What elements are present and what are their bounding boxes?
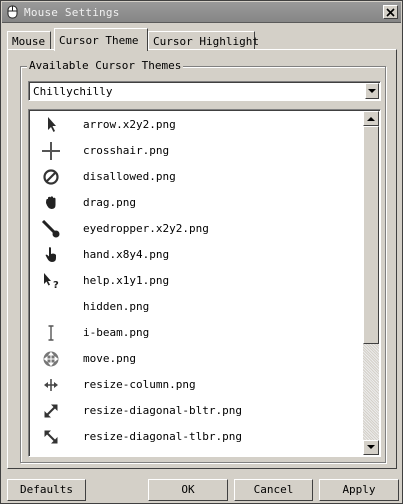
list-item-label: eyedropper.x2y2.png [83, 222, 209, 235]
list-item-label: disallowed.png [83, 170, 176, 183]
list-item[interactable]: eyedropper.x2y2.png [31, 216, 365, 242]
list-item[interactable]: crosshair.png [31, 138, 365, 164]
list-item[interactable]: resize-diagonal-bltr.png [31, 398, 365, 424]
tab-mouse[interactable]: Mouse [7, 31, 51, 50]
drag-hand-icon [41, 194, 61, 212]
available-themes-group: Available Cursor Themes Chillychilly arr… [20, 59, 386, 463]
resize-column-icon [41, 376, 61, 394]
mouse-settings-window: Mouse Settings Mouse Cursor Theme Cursor… [0, 0, 403, 504]
pointing-hand-icon [41, 246, 61, 264]
crosshair-icon [41, 142, 61, 160]
list-item-label: i-beam.png [83, 326, 150, 339]
theme-select-value: Chillychilly [33, 85, 113, 98]
list-item-label: drag.png [83, 196, 136, 209]
cursor-theme-panel: Available Cursor Themes Chillychilly arr… [7, 49, 397, 469]
svg-text:?: ? [53, 280, 59, 290]
list-item[interactable]: resize-diagonal-tlbr.png [31, 424, 365, 450]
tab-cursor-highlight[interactable]: Cursor Highlight [148, 31, 259, 50]
apply-button[interactable]: Apply [319, 479, 399, 501]
chevron-up-icon [367, 117, 375, 121]
move-icon [41, 350, 61, 368]
close-icon [386, 8, 395, 17]
mouse-icon [7, 5, 18, 19]
scroll-up-button[interactable] [363, 111, 379, 126]
list-item[interactable]: drag.png [31, 190, 365, 216]
theme-select[interactable]: Chillychilly [28, 81, 381, 101]
list-item[interactable]: hand.x8y4.png [31, 242, 365, 268]
cursor-list-items: arrow.x2y2.png crosshair.png disallowed.… [31, 112, 365, 450]
list-item-label: hand.x8y4.png [83, 248, 170, 261]
list-item-label: resize-diagonal-tlbr.png [83, 430, 242, 443]
cursor-list[interactable]: arrow.x2y2.png crosshair.png disallowed.… [28, 109, 381, 457]
list-item-label: help.x1y1.png [83, 274, 170, 287]
list-item-label: arrow.x2y2.png [83, 118, 176, 131]
ok-button[interactable]: OK [148, 479, 228, 501]
list-item-label: resize-column.png [83, 378, 196, 391]
vertical-scrollbar[interactable] [363, 111, 379, 455]
list-item-label: crosshair.png [83, 144, 170, 157]
disallowed-icon [41, 168, 61, 186]
list-item[interactable]: disallowed.png [31, 164, 365, 190]
help-cursor-icon: ? [41, 272, 61, 291]
chevron-down-icon [368, 89, 376, 93]
group-title: Available Cursor Themes [27, 59, 184, 72]
eyedropper-icon [41, 219, 61, 238]
list-item-label: hidden.png [83, 300, 150, 313]
list-item[interactable]: ? help.x1y1.png [31, 268, 365, 294]
list-item[interactable]: arrow.x2y2.png [31, 112, 365, 138]
title-bar[interactable]: Mouse Settings [2, 2, 401, 23]
cancel-button[interactable]: Cancel [234, 479, 313, 501]
chevron-down-icon [367, 445, 375, 449]
list-item-label: move.png [83, 352, 136, 365]
i-beam-icon [41, 324, 61, 342]
arrow-cursor-icon [41, 116, 61, 134]
defaults-button[interactable]: Defaults [7, 479, 86, 501]
scroll-down-button[interactable] [363, 440, 379, 455]
theme-select-dropdown-button[interactable] [365, 83, 379, 99]
resize-diagonal-bltr-icon [41, 402, 61, 420]
scrollbar-thumb[interactable] [363, 126, 379, 344]
resize-diagonal-tlbr-icon [41, 428, 61, 446]
list-item[interactable]: move.png [31, 346, 365, 372]
list-item[interactable]: resize-column.png [31, 372, 365, 398]
tab-cursor-theme[interactable]: Cursor Theme [54, 28, 148, 51]
list-item[interactable]: hidden.png [31, 294, 365, 320]
list-item[interactable]: i-beam.png [31, 320, 365, 346]
window-title: Mouse Settings [24, 6, 120, 19]
list-item-label: resize-diagonal-bltr.png [83, 404, 242, 417]
close-button[interactable] [383, 5, 398, 19]
